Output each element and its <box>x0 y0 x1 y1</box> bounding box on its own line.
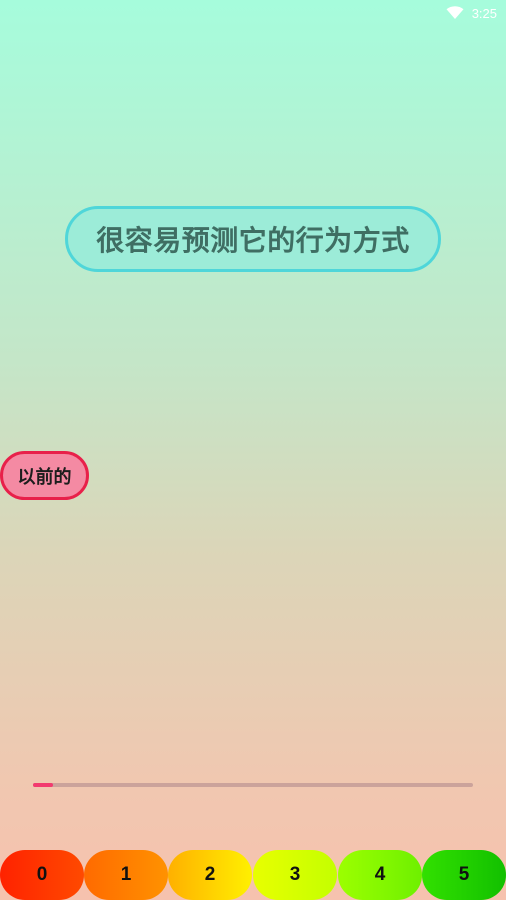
progress-bar <box>33 783 473 787</box>
wifi-icon <box>446 6 464 19</box>
question-card[interactable]: 很容易预测它的行为方式 <box>65 206 441 272</box>
rating-button-0[interactable]: 0 <box>0 850 84 900</box>
answer-chip[interactable]: 以前的 <box>0 451 89 500</box>
rating-button-1[interactable]: 1 <box>84 850 168 900</box>
rating-button-3[interactable]: 3 <box>253 850 337 900</box>
progress-fill <box>33 783 53 787</box>
status-bar: 3:25 <box>0 0 506 26</box>
rating-button-4[interactable]: 4 <box>338 850 422 900</box>
rating-button-2[interactable]: 2 <box>168 850 252 900</box>
rating-buttons: 0 1 2 3 4 5 <box>0 850 506 900</box>
rating-button-5[interactable]: 5 <box>422 850 506 900</box>
status-time: 3:25 <box>471 5 497 21</box>
